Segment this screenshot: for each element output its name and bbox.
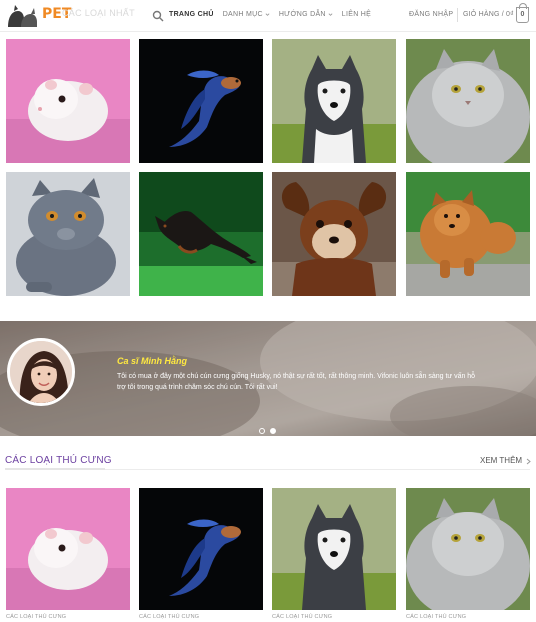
header-divider: [457, 8, 458, 22]
gallery-image-british-shorthair[interactable]: [6, 172, 130, 296]
slider-dot-2-active[interactable]: [270, 428, 276, 434]
persian-cat-photo: [406, 488, 530, 610]
gallery-image-pomeranian[interactable]: [406, 172, 530, 296]
nav-item-label: HƯỚNG DẪN: [278, 11, 326, 18]
product-card-betta-fish[interactable]: CÁC LOẠI THÚ CƯNG: [139, 488, 263, 620]
section-title-underline: [5, 468, 105, 470]
ghost-heading: CÁC LOẠI NHẤT: [62, 8, 135, 18]
persian-cat-photo: [406, 39, 530, 163]
gallery-image-husky[interactable]: [272, 39, 396, 163]
gallery-image-betta-fish[interactable]: [139, 39, 263, 163]
nav-item-contact[interactable]: LIÊN HỆ: [342, 11, 371, 18]
product-card-persian-cat[interactable]: CÁC LOẠI THÚ CƯNG: [406, 488, 530, 620]
main-nav: TRANG CHỦ DANH MỤC HƯỚNG DẪN LIÊN HỆ: [169, 11, 380, 18]
chevron-down-icon: [265, 13, 270, 16]
site-header: PET CÁC LOẠI NHẤT TRANG CHỦ DANH MỤC HƯỚ…: [0, 0, 536, 32]
husky-photo: [272, 488, 396, 610]
gallery-image-persian-cat[interactable]: [406, 39, 530, 163]
section-title: CÁC LOẠI THÚ CƯNG: [5, 455, 112, 466]
british-shorthair-photo: [6, 172, 130, 296]
husky-photo: [272, 39, 396, 163]
pet-logo-icon: [8, 5, 37, 27]
betta-fish-photo: [139, 39, 263, 163]
login-link[interactable]: ĐĂNG NHẬP: [409, 11, 453, 18]
product-category[interactable]: CÁC LOẠI THÚ CƯNG: [272, 614, 396, 620]
search-icon[interactable]: [152, 10, 164, 22]
see-more-link[interactable]: XEM THÊM: [480, 456, 522, 465]
gallery-image-chihuahua[interactable]: [272, 172, 396, 296]
cart-link[interactable]: GIỎ HÀNG / 0₫: [463, 11, 514, 18]
nav-item-label: DANH MỤC: [222, 11, 263, 18]
slider-dot-1[interactable]: [259, 428, 265, 434]
gallery-image-doberman-puppy[interactable]: [139, 172, 263, 296]
cart-count: 0: [520, 11, 525, 18]
avatar: [7, 338, 75, 406]
testimonial-quote: Tôi có mua ở đây một chú cún cưng giống …: [117, 373, 476, 391]
chevron-right-icon[interactable]: [526, 458, 531, 465]
betta-fish-photo: [139, 488, 263, 610]
product-category[interactable]: CÁC LOẠI THÚ CƯNG: [139, 614, 263, 620]
nav-item-label: TRANG CHỦ: [169, 11, 214, 18]
chevron-down-icon: [328, 13, 333, 16]
hamster-photo: [6, 39, 130, 163]
chihuahua-photo: [272, 172, 396, 296]
testimonial-author: Ca sĩ Minh Hằng: [117, 356, 188, 366]
product-category[interactable]: CÁC LOẠI THÚ CƯNG: [6, 614, 130, 620]
nav-item-categories[interactable]: DANH MỤC: [223, 11, 270, 18]
hamster-photo: [6, 488, 130, 610]
testimonial-slider[interactable]: Ca sĩ Minh Hằng Tôi có mua ở đây một chú…: [0, 321, 536, 436]
nav-item-label: LIÊN HỆ: [341, 11, 372, 18]
product-card-hamster[interactable]: CÁC LOẠI THÚ CƯNG: [6, 488, 130, 620]
cart-bag-icon[interactable]: 0: [516, 3, 529, 23]
doberman-puppy-photo: [139, 172, 263, 296]
pomeranian-photo: [406, 172, 530, 296]
gallery-image-hamster[interactable]: [6, 39, 130, 163]
nav-item-home[interactable]: TRANG CHỦ: [169, 11, 214, 18]
product-card-husky[interactable]: CÁC LOẠI THÚ CƯNG: [272, 488, 396, 620]
nav-item-guides[interactable]: HƯỚNG DẪN: [279, 11, 333, 18]
product-category[interactable]: CÁC LOẠI THÚ CƯNG: [406, 614, 530, 620]
